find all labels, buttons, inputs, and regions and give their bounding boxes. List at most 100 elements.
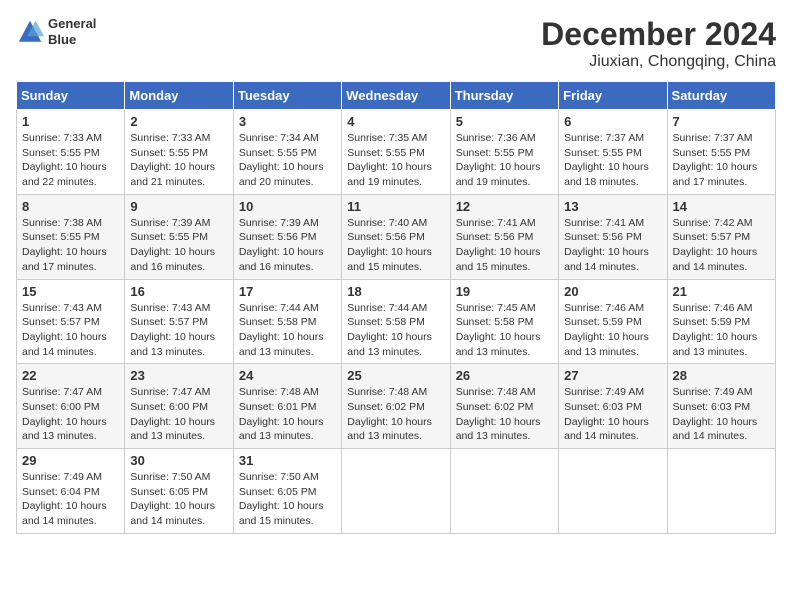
day-number: 27 (564, 368, 661, 383)
day-number: 2 (130, 114, 227, 129)
day-number: 17 (239, 284, 336, 299)
day-info: Sunrise: 7:48 AMSunset: 6:02 PMDaylight:… (347, 385, 444, 444)
day-info: Sunrise: 7:49 AMSunset: 6:03 PMDaylight:… (673, 385, 770, 444)
day-info: Sunrise: 7:41 AMSunset: 5:56 PMDaylight:… (564, 216, 661, 275)
col-wednesday: Wednesday (342, 82, 450, 110)
day-info: Sunrise: 7:36 AMSunset: 5:55 PMDaylight:… (456, 131, 553, 190)
logo-icon (16, 18, 44, 46)
calendar-row: 1 Sunrise: 7:33 AMSunset: 5:55 PMDayligh… (17, 110, 776, 195)
calendar-row: 15 Sunrise: 7:43 AMSunset: 5:57 PMDaylig… (17, 279, 776, 364)
day-number: 25 (347, 368, 444, 383)
day-number: 13 (564, 199, 661, 214)
calendar-cell: 20 Sunrise: 7:46 AMSunset: 5:59 PMDaylig… (559, 279, 667, 364)
calendar-cell: 25 Sunrise: 7:48 AMSunset: 6:02 PMDaylig… (342, 364, 450, 449)
day-number: 6 (564, 114, 661, 129)
calendar-cell (667, 449, 775, 534)
day-info: Sunrise: 7:42 AMSunset: 5:57 PMDaylight:… (673, 216, 770, 275)
day-info: Sunrise: 7:39 AMSunset: 5:56 PMDaylight:… (239, 216, 336, 275)
logo-text: General Blue (48, 16, 96, 47)
day-number: 29 (22, 453, 119, 468)
title-area: December 2024 Jiuxian, Chongqing, China (541, 16, 776, 71)
calendar-cell: 11 Sunrise: 7:40 AMSunset: 5:56 PMDaylig… (342, 194, 450, 279)
day-info: Sunrise: 7:48 AMSunset: 6:01 PMDaylight:… (239, 385, 336, 444)
calendar-cell (450, 449, 558, 534)
col-tuesday: Tuesday (233, 82, 341, 110)
day-info: Sunrise: 7:43 AMSunset: 5:57 PMDaylight:… (130, 301, 227, 360)
col-monday: Monday (125, 82, 233, 110)
day-number: 30 (130, 453, 227, 468)
day-info: Sunrise: 7:41 AMSunset: 5:56 PMDaylight:… (456, 216, 553, 275)
day-info: Sunrise: 7:49 AMSunset: 6:04 PMDaylight:… (22, 470, 119, 529)
col-friday: Friday (559, 82, 667, 110)
day-info: Sunrise: 7:33 AMSunset: 5:55 PMDaylight:… (22, 131, 119, 190)
day-info: Sunrise: 7:49 AMSunset: 6:03 PMDaylight:… (564, 385, 661, 444)
calendar-cell: 5 Sunrise: 7:36 AMSunset: 5:55 PMDayligh… (450, 110, 558, 195)
calendar-cell: 26 Sunrise: 7:48 AMSunset: 6:02 PMDaylig… (450, 364, 558, 449)
day-info: Sunrise: 7:40 AMSunset: 5:56 PMDaylight:… (347, 216, 444, 275)
calendar-cell: 15 Sunrise: 7:43 AMSunset: 5:57 PMDaylig… (17, 279, 125, 364)
calendar-cell (559, 449, 667, 534)
calendar-header-row: Sunday Monday Tuesday Wednesday Thursday… (17, 82, 776, 110)
day-info: Sunrise: 7:47 AMSunset: 6:00 PMDaylight:… (130, 385, 227, 444)
day-number: 18 (347, 284, 444, 299)
calendar-row: 22 Sunrise: 7:47 AMSunset: 6:00 PMDaylig… (17, 364, 776, 449)
day-info: Sunrise: 7:44 AMSunset: 5:58 PMDaylight:… (239, 301, 336, 360)
day-info: Sunrise: 7:39 AMSunset: 5:55 PMDaylight:… (130, 216, 227, 275)
day-number: 12 (456, 199, 553, 214)
day-number: 10 (239, 199, 336, 214)
header: General Blue December 2024 Jiuxian, Chon… (16, 16, 776, 71)
calendar-cell: 8 Sunrise: 7:38 AMSunset: 5:55 PMDayligh… (17, 194, 125, 279)
day-info: Sunrise: 7:37 AMSunset: 5:55 PMDaylight:… (564, 131, 661, 190)
day-number: 3 (239, 114, 336, 129)
calendar-cell: 17 Sunrise: 7:44 AMSunset: 5:58 PMDaylig… (233, 279, 341, 364)
calendar-cell: 22 Sunrise: 7:47 AMSunset: 6:00 PMDaylig… (17, 364, 125, 449)
calendar-cell: 30 Sunrise: 7:50 AMSunset: 6:05 PMDaylig… (125, 449, 233, 534)
day-number: 20 (564, 284, 661, 299)
day-info: Sunrise: 7:37 AMSunset: 5:55 PMDaylight:… (673, 131, 770, 190)
day-number: 22 (22, 368, 119, 383)
calendar-cell: 3 Sunrise: 7:34 AMSunset: 5:55 PMDayligh… (233, 110, 341, 195)
calendar-cell: 18 Sunrise: 7:44 AMSunset: 5:58 PMDaylig… (342, 279, 450, 364)
calendar-cell: 7 Sunrise: 7:37 AMSunset: 5:55 PMDayligh… (667, 110, 775, 195)
calendar-cell: 12 Sunrise: 7:41 AMSunset: 5:56 PMDaylig… (450, 194, 558, 279)
day-number: 1 (22, 114, 119, 129)
day-info: Sunrise: 7:50 AMSunset: 6:05 PMDaylight:… (239, 470, 336, 529)
calendar-row: 8 Sunrise: 7:38 AMSunset: 5:55 PMDayligh… (17, 194, 776, 279)
day-number: 14 (673, 199, 770, 214)
day-number: 24 (239, 368, 336, 383)
calendar-cell: 1 Sunrise: 7:33 AMSunset: 5:55 PMDayligh… (17, 110, 125, 195)
calendar-cell: 14 Sunrise: 7:42 AMSunset: 5:57 PMDaylig… (667, 194, 775, 279)
calendar-cell: 9 Sunrise: 7:39 AMSunset: 5:55 PMDayligh… (125, 194, 233, 279)
calendar-cell: 4 Sunrise: 7:35 AMSunset: 5:55 PMDayligh… (342, 110, 450, 195)
calendar-row: 29 Sunrise: 7:49 AMSunset: 6:04 PMDaylig… (17, 449, 776, 534)
day-number: 15 (22, 284, 119, 299)
calendar-cell: 6 Sunrise: 7:37 AMSunset: 5:55 PMDayligh… (559, 110, 667, 195)
day-info: Sunrise: 7:35 AMSunset: 5:55 PMDaylight:… (347, 131, 444, 190)
day-number: 9 (130, 199, 227, 214)
day-info: Sunrise: 7:48 AMSunset: 6:02 PMDaylight:… (456, 385, 553, 444)
logo-line2: Blue (48, 32, 96, 48)
calendar-cell: 2 Sunrise: 7:33 AMSunset: 5:55 PMDayligh… (125, 110, 233, 195)
logo-line1: General (48, 16, 96, 32)
location-title: Jiuxian, Chongqing, China (541, 53, 776, 71)
calendar-cell: 16 Sunrise: 7:43 AMSunset: 5:57 PMDaylig… (125, 279, 233, 364)
calendar-cell: 23 Sunrise: 7:47 AMSunset: 6:00 PMDaylig… (125, 364, 233, 449)
calendar-cell: 10 Sunrise: 7:39 AMSunset: 5:56 PMDaylig… (233, 194, 341, 279)
calendar-cell: 24 Sunrise: 7:48 AMSunset: 6:01 PMDaylig… (233, 364, 341, 449)
calendar-cell: 31 Sunrise: 7:50 AMSunset: 6:05 PMDaylig… (233, 449, 341, 534)
day-info: Sunrise: 7:46 AMSunset: 5:59 PMDaylight:… (673, 301, 770, 360)
day-info: Sunrise: 7:47 AMSunset: 6:00 PMDaylight:… (22, 385, 119, 444)
day-info: Sunrise: 7:38 AMSunset: 5:55 PMDaylight:… (22, 216, 119, 275)
calendar-cell: 19 Sunrise: 7:45 AMSunset: 5:58 PMDaylig… (450, 279, 558, 364)
day-number: 21 (673, 284, 770, 299)
day-number: 16 (130, 284, 227, 299)
day-number: 23 (130, 368, 227, 383)
calendar-cell (342, 449, 450, 534)
logo: General Blue (16, 16, 96, 47)
calendar-cell: 27 Sunrise: 7:49 AMSunset: 6:03 PMDaylig… (559, 364, 667, 449)
day-info: Sunrise: 7:46 AMSunset: 5:59 PMDaylight:… (564, 301, 661, 360)
col-sunday: Sunday (17, 82, 125, 110)
col-thursday: Thursday (450, 82, 558, 110)
day-info: Sunrise: 7:44 AMSunset: 5:58 PMDaylight:… (347, 301, 444, 360)
day-number: 26 (456, 368, 553, 383)
